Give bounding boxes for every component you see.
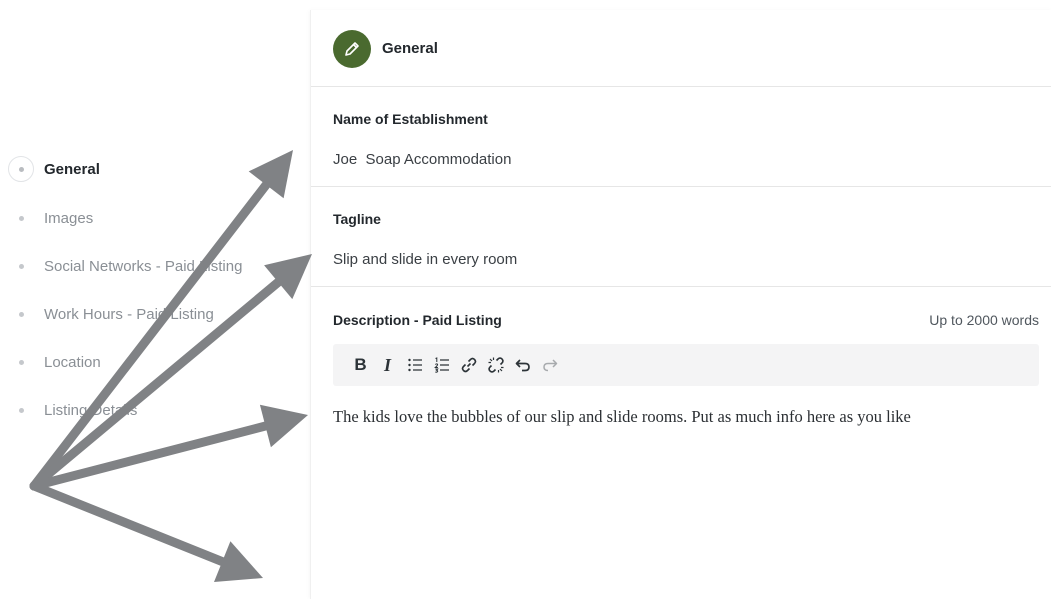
sidebar-item-label: Location <box>44 353 101 371</box>
general-panel: General Name of Establishment Joe Soap A… <box>310 10 1051 599</box>
bullet-icon <box>18 263 24 269</box>
bullet-icon <box>18 359 24 365</box>
unlink-icon[interactable] <box>482 350 509 380</box>
tagline-input[interactable]: Slip and slide in every room <box>333 251 517 268</box>
sidebar-item-label: Work Hours - Paid Listing <box>44 305 214 323</box>
panel-header: General <box>311 10 1051 87</box>
sidebar-item-general[interactable]: General <box>0 154 300 184</box>
sidebar-item-images[interactable]: Images <box>0 203 300 233</box>
tagline-field[interactable]: Tagline Slip and slide in every room <box>311 187 1051 287</box>
sidebar-item-location[interactable]: Location <box>0 347 300 377</box>
pencil-icon <box>333 30 371 68</box>
sidebar-item-listing-details[interactable]: Listing Details <box>0 395 300 425</box>
field-label: Tagline <box>333 211 381 227</box>
bold-button[interactable]: B <box>347 350 374 380</box>
field-label: Description - Paid Listing <box>333 312 502 328</box>
sidebar-item-social-networks[interactable]: Social Networks - Paid Listing <box>0 251 300 281</box>
bulleted-list-icon[interactable] <box>401 350 428 380</box>
italic-button[interactable]: I <box>374 350 401 380</box>
link-icon[interactable] <box>455 350 482 380</box>
description-field: Description - Paid Listing Up to 2000 wo… <box>311 287 1051 587</box>
sidebar-nav: General Images Social Networks - Paid Li… <box>0 0 310 599</box>
word-limit-hint: Up to 2000 words <box>929 312 1039 328</box>
establishment-name-field[interactable]: Name of Establishment Joe Soap Accommoda… <box>311 87 1051 187</box>
sidebar-item-work-hours[interactable]: Work Hours - Paid Listing <box>0 299 300 329</box>
bullet-icon <box>18 166 24 172</box>
bullet-icon <box>18 215 24 221</box>
field-label: Name of Establishment <box>333 111 488 127</box>
bullet-icon <box>18 311 24 317</box>
establishment-name-input[interactable]: Joe Soap Accommodation <box>333 151 511 168</box>
sidebar-item-label: Listing Details <box>44 401 138 419</box>
sidebar-item-label: General <box>44 160 100 178</box>
sidebar-item-label: Social Networks - Paid Listing <box>44 257 243 275</box>
undo-icon[interactable] <box>509 350 536 380</box>
numbered-list-icon[interactable] <box>428 350 455 380</box>
bullet-icon <box>18 407 24 413</box>
panel-title: General <box>382 40 438 57</box>
redo-icon[interactable] <box>536 350 563 380</box>
editor-toolbar: B I <box>333 344 1039 386</box>
sidebar-item-label: Images <box>44 209 94 227</box>
description-editor[interactable]: The kids love the bubbles of our slip an… <box>333 407 911 427</box>
listing-editor-page: General Images Social Networks - Paid Li… <box>0 0 1051 599</box>
